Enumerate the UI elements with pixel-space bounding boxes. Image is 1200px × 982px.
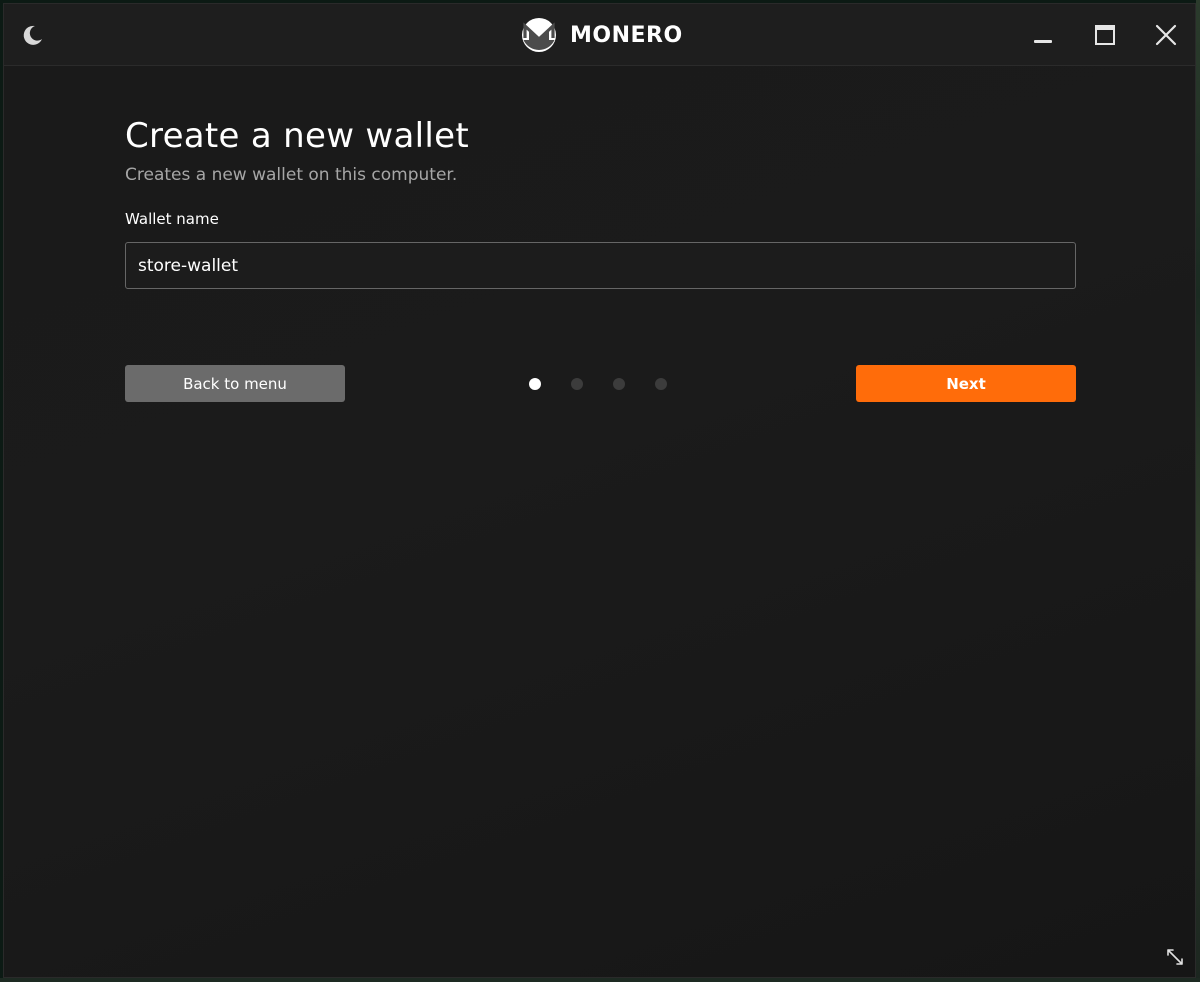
step-dot-2 [571,377,583,390]
maximize-icon[interactable] [1088,18,1122,52]
desktop-background [1196,0,1200,982]
page-title: Create a new wallet [125,116,469,156]
monero-logo-icon [522,18,556,52]
close-icon[interactable] [1149,18,1183,52]
step-indicator [529,377,667,390]
step-dot-1 [529,377,541,390]
wallet-name-label: Wallet name [125,210,219,228]
page-subtitle: Creates a new wallet on this computer. [125,165,458,185]
minimize-icon[interactable] [1026,18,1060,52]
brand: MONERO [522,17,683,53]
app-name: MONERO [570,22,683,48]
back-to-menu-button[interactable]: Back to menu [125,365,345,402]
wallet-name-input[interactable] [125,242,1076,289]
titlebar: MONERO [4,4,1195,66]
desktop-background-bottom [0,978,1200,982]
create-wallet-form: Create a new wallet Creates a new wallet… [125,114,1076,402]
resize-diagonal-icon[interactable] [1165,947,1185,967]
moon-icon[interactable] [20,22,46,48]
next-button[interactable]: Next [856,365,1076,402]
step-dot-4 [655,377,667,390]
app-window: MONERO Create a new wallet Creates a new… [3,3,1196,978]
step-dot-3 [613,377,625,390]
wizard-navigation: Back to menu Next [125,365,1076,402]
